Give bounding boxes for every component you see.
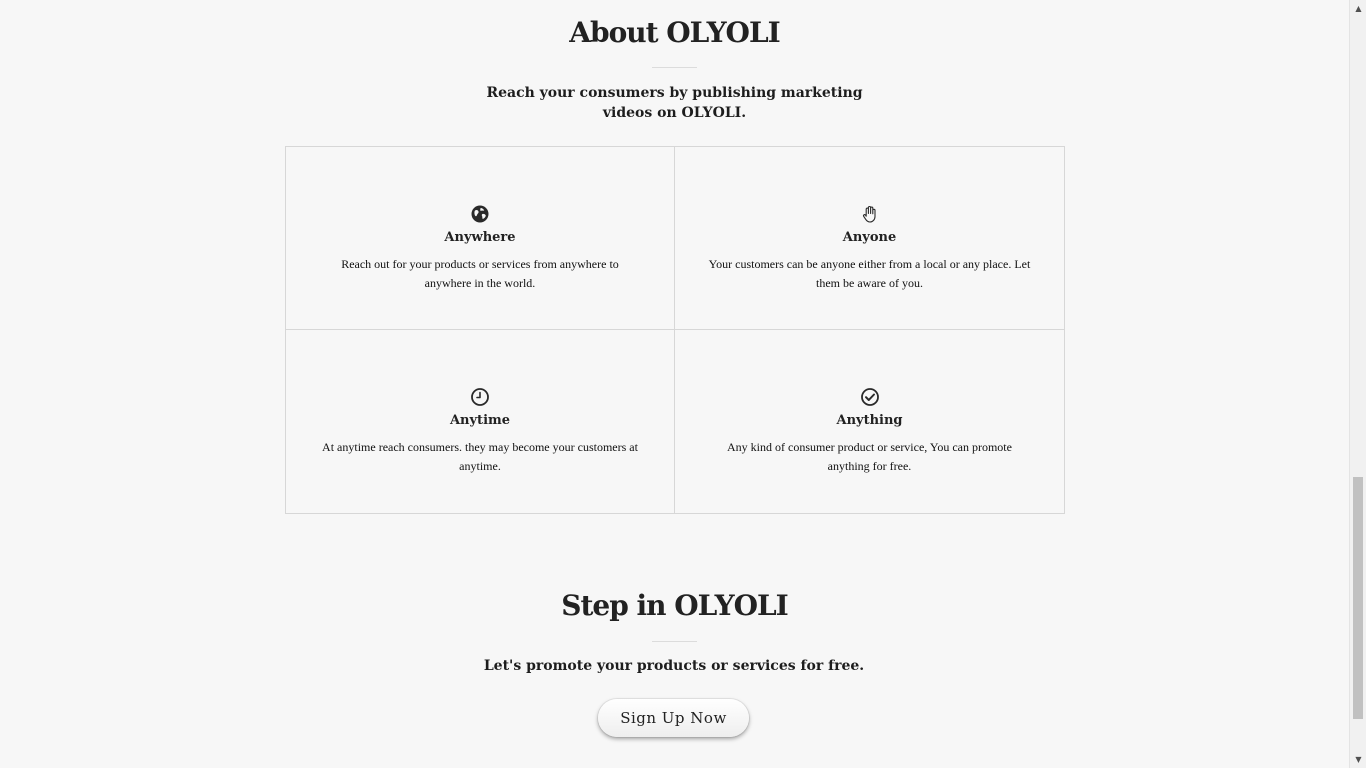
globe-icon [471, 205, 489, 222]
sign-up-button[interactable]: Sign Up Now [598, 699, 749, 737]
hand-icon [862, 205, 876, 223]
feature-grid: Anywhere Reach out for your products or … [285, 146, 1065, 514]
about-lead: Reach your consumers by publishing marke… [486, 85, 863, 121]
feature-text: Any kind of consumer product or service,… [727, 440, 1012, 473]
scroll-up-arrow-icon[interactable]: ▲ [1350, 0, 1366, 17]
clock-icon [471, 388, 489, 406]
feature-anyone: Anyone Your customers can be anyone eith… [675, 147, 1064, 330]
about-divider [652, 67, 697, 68]
step-in-divider [652, 641, 697, 642]
step-in-lead: Let's promote your products or services … [483, 658, 865, 674]
feature-text: Your customers can be anyone either from… [708, 256, 1031, 290]
step-in-title: Step in OLYOLI [561, 589, 789, 622]
feature-anywhere: Anywhere Reach out for your products or … [286, 147, 675, 330]
feature-title: Anytime [449, 413, 511, 428]
page: About OLYOLI Reach your consumers by pub… [0, 0, 1349, 768]
feature-anything: Anything Any kind of consumer product or… [675, 330, 1064, 513]
vertical-scrollbar[interactable]: ▲ ▼ [1349, 0, 1366, 768]
scroll-thumb[interactable] [1353, 477, 1363, 719]
feature-anytime: Anytime At anytime reach consumers. they… [286, 330, 675, 513]
feature-text: At anytime reach consumers. they may bec… [322, 440, 638, 473]
feature-title: Anywhere [444, 229, 516, 245]
check-circle-icon [860, 388, 879, 406]
feature-title: Anything [836, 413, 903, 428]
feature-text: Reach out for your products or services … [341, 256, 619, 290]
feature-title: Anyone [842, 229, 897, 245]
scroll-down-arrow-icon[interactable]: ▼ [1350, 751, 1366, 768]
about-title: About OLYOLI [569, 16, 780, 49]
